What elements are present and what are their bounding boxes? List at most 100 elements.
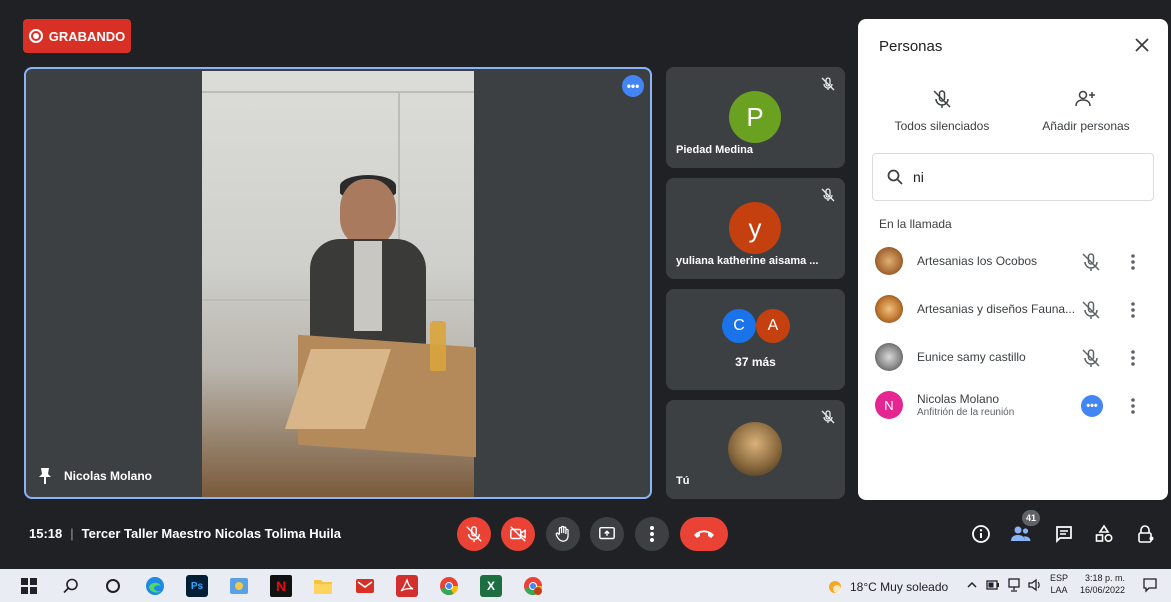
close-icon[interactable] xyxy=(1132,35,1152,55)
meeting-info: 15:18 | Tercer Taller Maestro Nicolas Toli… xyxy=(29,526,342,541)
participant-row[interactable]: Eunice samy castillo xyxy=(858,337,1168,377)
participant-role: Anfitrión de la reunión xyxy=(917,407,1015,418)
lock-person-icon xyxy=(1138,525,1154,543)
mail-icon[interactable] xyxy=(354,575,376,597)
people-panel: Personas Todos silenciados Añadir person… xyxy=(858,19,1168,500)
weather-widget[interactable]: 18°C Muy soleado xyxy=(826,578,948,596)
participant-name: Artesanias y diseños Fauna... xyxy=(917,302,1076,316)
edge-icon[interactable] xyxy=(144,575,166,597)
mic-off-icon[interactable] xyxy=(1081,300,1101,320)
chat-button[interactable] xyxy=(1052,522,1076,546)
mic-off-icon[interactable] xyxy=(1081,252,1101,272)
avatar xyxy=(875,247,903,275)
add-people-label: Añadir personas xyxy=(1042,119,1130,133)
search-box[interactable] xyxy=(872,153,1154,201)
more-vert-icon[interactable] xyxy=(1128,252,1138,272)
meeting-time: 15:18 xyxy=(29,526,63,541)
avatar xyxy=(875,295,903,323)
system-tray xyxy=(966,578,1042,592)
participant-row[interactable]: N Nicolas Molano Anfitrión de la reunión… xyxy=(858,385,1168,425)
record-icon xyxy=(28,29,43,43)
clock[interactable]: 3:18 p. m. 16/06/2022 xyxy=(1080,572,1125,596)
meeting-title: Tercer Taller Maestro Nicolas Tolima Hui… xyxy=(81,526,342,541)
volume-icon[interactable] xyxy=(1028,578,1042,592)
host-controls-button[interactable] xyxy=(1134,522,1158,546)
participant-name: Artesanias los Ocobos xyxy=(917,254,1038,268)
camera-off-icon xyxy=(510,526,526,542)
search-icon[interactable] xyxy=(60,575,82,597)
avatar: P xyxy=(729,91,781,143)
mic-off-icon xyxy=(821,188,835,202)
activities-button[interactable] xyxy=(1092,522,1116,546)
speaker-video xyxy=(202,71,476,497)
raise-hand-button[interactable] xyxy=(546,517,580,551)
pin-icon[interactable] xyxy=(38,467,52,485)
keyboard-layout: LAA xyxy=(1050,585,1068,595)
chat-icon xyxy=(1056,526,1072,544)
notifications-icon[interactable] xyxy=(1142,577,1158,598)
section-label: En la llamada xyxy=(879,217,952,231)
participant-name: Nicolas Molano xyxy=(917,392,1000,406)
excel-icon[interactable]: X xyxy=(480,575,502,597)
os-taskbar: Ps N X 18°C Muy soleado ESP LAA 3:18 p. … xyxy=(0,569,1171,602)
camera-toggle-button[interactable] xyxy=(501,517,535,551)
weather-text: 18°C Muy soleado xyxy=(850,580,949,594)
activities-icon xyxy=(1095,524,1113,543)
cortana-icon[interactable] xyxy=(102,575,124,597)
clock-date: 16/06/2022 xyxy=(1080,585,1126,595)
add-person-icon xyxy=(1075,90,1095,107)
more-vert-icon[interactable] xyxy=(1128,348,1138,368)
chevron-up-icon[interactable] xyxy=(966,579,978,591)
more-vert-icon[interactable] xyxy=(1128,300,1138,320)
more-vert-icon[interactable] xyxy=(1128,396,1138,416)
network-icon[interactable] xyxy=(1008,578,1020,592)
info-icon xyxy=(972,525,990,543)
add-people-button[interactable]: Añadir personas xyxy=(1016,89,1156,133)
participant-name: Eunice samy castillo xyxy=(917,350,1026,364)
people-count-badge: 41 xyxy=(1022,510,1040,526)
mic-off-icon xyxy=(933,90,951,108)
netflix-icon[interactable]: N xyxy=(270,575,292,597)
participant-tile[interactable]: y yuliana katherine aisama ... xyxy=(666,178,845,279)
battery-icon[interactable] xyxy=(986,579,1000,591)
mic-off-icon xyxy=(466,526,482,543)
avatar: N xyxy=(875,391,903,419)
more-options-icon[interactable]: ••• xyxy=(622,75,644,97)
mic-off-icon xyxy=(821,77,835,91)
present-screen-button[interactable] xyxy=(590,517,624,551)
meeting-details-button[interactable] xyxy=(969,522,993,546)
more-participants-tile[interactable]: C A 37 más xyxy=(666,289,845,390)
speaker-name: Nicolas Molano xyxy=(64,469,153,483)
avatar xyxy=(728,422,782,476)
photos-icon[interactable] xyxy=(228,575,250,597)
mute-all-button[interactable]: Todos silenciados xyxy=(872,89,1012,133)
search-icon xyxy=(887,169,903,185)
mic-off-icon[interactable] xyxy=(1081,348,1101,368)
recording-badge: GRABANDO xyxy=(23,19,131,53)
participant-tile[interactable]: P Piedad Medina xyxy=(666,67,845,168)
self-tile[interactable]: Tú xyxy=(666,400,845,499)
chrome-icon[interactable] xyxy=(438,575,460,597)
participant-row[interactable]: Artesanias y diseños Fauna... xyxy=(858,289,1168,329)
photoshop-icon[interactable]: Ps xyxy=(186,575,208,597)
more-vert-icon xyxy=(650,526,654,542)
more-count: 37 más xyxy=(735,355,776,369)
chrome-profile-icon[interactable] xyxy=(522,575,544,597)
main-speaker-tile[interactable]: ••• Nicolas Molano xyxy=(24,67,652,499)
participant-name: Tú xyxy=(676,475,690,487)
mic-off-icon xyxy=(821,410,835,424)
search-input[interactable] xyxy=(911,168,1135,186)
phone-hangup-icon xyxy=(694,530,714,538)
hang-up-button[interactable] xyxy=(680,517,728,551)
participant-row[interactable]: Artesanias los Ocobos xyxy=(858,241,1168,281)
input-language[interactable]: ESP LAA xyxy=(1050,572,1068,596)
present-icon xyxy=(599,526,615,540)
more-options-button[interactable] xyxy=(635,517,669,551)
avatar xyxy=(875,343,903,371)
windows-start-icon[interactable] xyxy=(18,575,40,597)
file-explorer-icon[interactable] xyxy=(312,575,334,597)
more-options-icon[interactable]: ••• xyxy=(1081,395,1103,417)
mic-toggle-button[interactable] xyxy=(457,517,491,551)
participant-name: Piedad Medina xyxy=(676,144,754,156)
pdf-reader-icon[interactable] xyxy=(396,575,418,597)
